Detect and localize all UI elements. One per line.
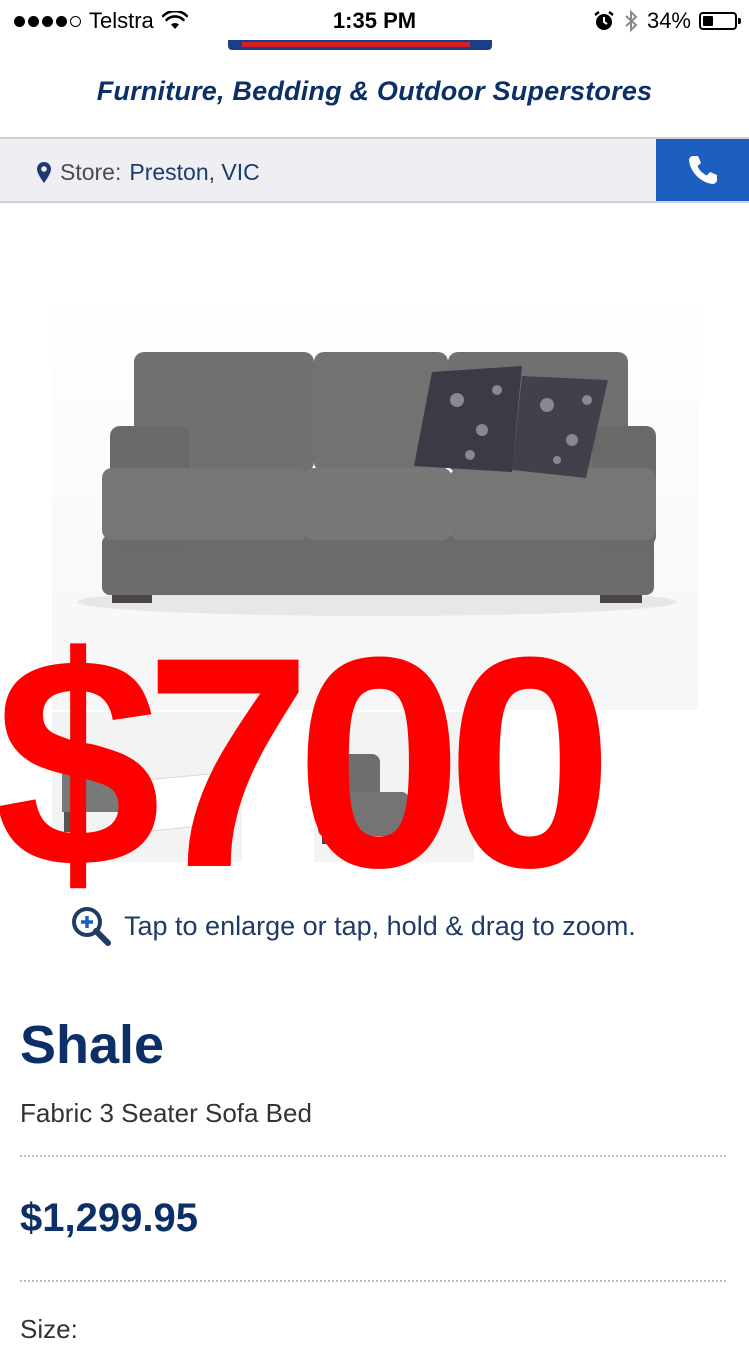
zoom-hint-text: Tap to enlarge or tap, hold & drag to zo… (124, 910, 636, 941)
status-bar: Telstra 1:35 PM 34% (0, 0, 749, 40)
zoom-hint: Tap to enlarge or tap, hold & drag to zo… (70, 905, 636, 947)
map-marker-icon (37, 161, 51, 183)
battery-percent: 34% (646, 8, 691, 33)
call-store-button[interactable] (656, 139, 749, 201)
brand-tagline: Furniture, Bedding & Outdoor Superstores (96, 76, 653, 106)
size-label: Size: (20, 1314, 78, 1344)
divider (20, 1280, 726, 1282)
price-overlay-text: $700 (0, 594, 613, 930)
status-right: 34% (593, 8, 741, 34)
zoom-in-icon (72, 907, 111, 946)
divider (20, 1155, 726, 1157)
store-name: Preston, VIC (129, 159, 260, 185)
alarm-icon (594, 11, 614, 30)
store-selector[interactable]: Store: Preston, VIC (36, 159, 260, 186)
product-name: Shale (20, 1015, 165, 1075)
store-bar: Store: Preston, VIC (0, 137, 749, 203)
phone-icon (688, 156, 717, 184)
battery-icon (699, 12, 741, 30)
bluetooth-icon (625, 9, 638, 33)
brand-logo[interactable] (228, 40, 492, 50)
store-prefix: Store: (60, 159, 122, 185)
product-price: $1,299.95 (20, 1196, 198, 1240)
product-description: Fabric 3 Seater Sofa Bed (20, 1098, 312, 1128)
